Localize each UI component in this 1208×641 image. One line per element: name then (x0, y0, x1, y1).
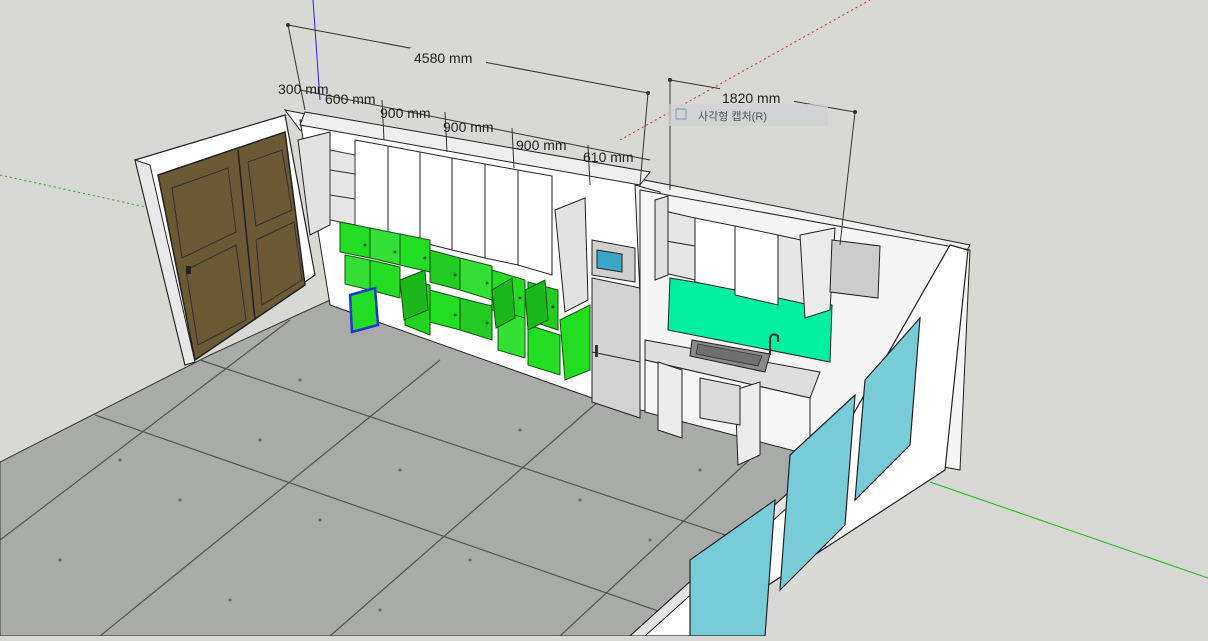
dim-kitchen-label: 1820 mm (722, 90, 780, 106)
dim-seg3-label: 900 mm (443, 119, 494, 135)
microwave-icon[interactable] (591, 239, 636, 283)
dim-total-label: 4580 mm (414, 50, 472, 66)
dim-seg4-label: 900 mm (516, 137, 567, 153)
open-shelves (329, 149, 356, 226)
range-hood (829, 239, 881, 299)
dim-depth-label: 300 mm (278, 81, 329, 97)
tooltip-text: 사각형 캡처(R) (698, 110, 767, 123)
3d-scene[interactable]: 4580 mm 1820 mm 300 mm 600 mm 900 mm 900… (0, 0, 1208, 637)
dim-seg2-label: 900 mm (380, 105, 431, 121)
dim-seg1-label: 600 mm (325, 91, 376, 107)
dim-seg5-label: 610 mm (583, 149, 634, 165)
selected-cabinet-door[interactable] (348, 286, 380, 334)
sketchup-viewport[interactable]: 4580 mm 1820 mm 300 mm 600 mm 900 mm 900… (0, 0, 1208, 637)
refrigerator-icon[interactable] (591, 277, 641, 419)
